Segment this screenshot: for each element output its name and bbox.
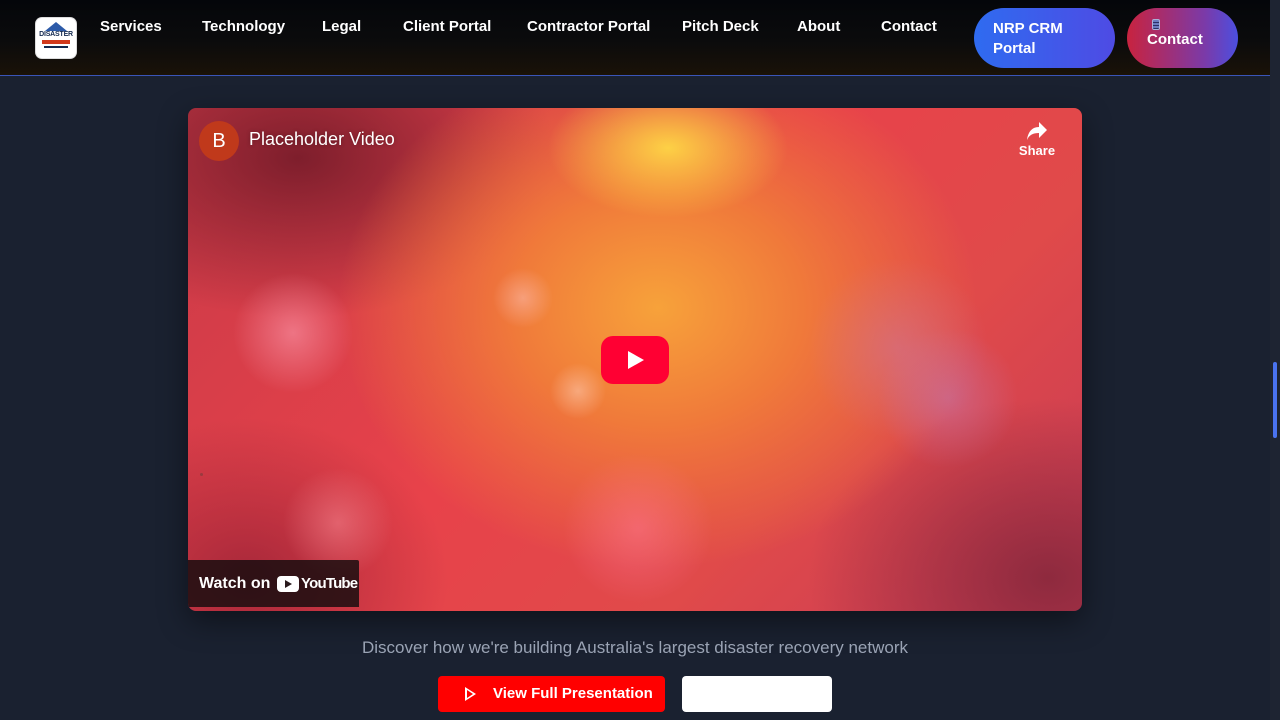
nav-link-client-portal[interactable]: Client Portal xyxy=(403,18,491,35)
nav-link-contractor-portal[interactable]: Contractor Portal xyxy=(527,18,650,35)
video-tagline: Discover how we're building Australia's … xyxy=(361,638,908,657)
logo-stripe-thin xyxy=(44,46,68,48)
contact-button-label: Contact xyxy=(1147,31,1203,48)
phone-icon xyxy=(1152,19,1160,30)
share-button[interactable]: Share xyxy=(1014,121,1060,158)
crm-portal-label-line1: NRP CRM xyxy=(993,20,1063,37)
page-scrollbar[interactable] xyxy=(1270,0,1280,720)
youtube-logo: YouTube xyxy=(277,575,358,592)
watch-on-youtube-link[interactable]: Watch on YouTube xyxy=(188,560,359,607)
youtube-play-icon xyxy=(277,575,299,592)
top-navbar: DISASTER Services Technology Legal Clien… xyxy=(0,0,1270,76)
contact-button[interactable]: Contact xyxy=(1127,8,1238,68)
nav-link-about[interactable]: About xyxy=(797,18,840,35)
video-player[interactable]: B Placeholder Video Share Watch on YouTu… xyxy=(188,108,1082,611)
play-outline-icon xyxy=(465,687,476,701)
logo-text: DISASTER xyxy=(39,31,73,38)
nav-link-legal[interactable]: Legal xyxy=(322,18,361,35)
crm-portal-label-line2: Portal xyxy=(993,40,1036,57)
view-full-presentation-label: View Full Presentation xyxy=(493,685,653,702)
watch-on-label: Watch on xyxy=(199,575,271,592)
nav-link-services[interactable]: Services xyxy=(100,18,162,35)
nav-link-technology[interactable]: Technology xyxy=(202,18,285,35)
nav-link-contact[interactable]: Contact xyxy=(881,18,937,35)
logo-roof-icon xyxy=(45,22,67,31)
nav-link-pitch-deck[interactable]: Pitch Deck xyxy=(682,18,759,35)
video-title[interactable]: Placeholder Video xyxy=(249,129,395,150)
channel-avatar[interactable]: B xyxy=(199,121,239,161)
scrollbar-thumb[interactable] xyxy=(1273,362,1277,438)
view-full-presentation-button[interactable]: View Full Presentation xyxy=(438,676,665,712)
secondary-action-button[interactable] xyxy=(682,676,832,712)
youtube-wordmark: YouTube xyxy=(301,575,358,592)
crm-portal-button[interactable]: NRP CRM Portal xyxy=(974,8,1115,68)
logo-stripe xyxy=(42,40,70,44)
share-label: Share xyxy=(1018,143,1056,158)
share-icon xyxy=(1027,122,1047,140)
play-button[interactable] xyxy=(601,336,669,384)
site-logo[interactable]: DISASTER xyxy=(36,18,76,58)
play-icon xyxy=(628,351,644,369)
video-speck xyxy=(200,473,203,476)
